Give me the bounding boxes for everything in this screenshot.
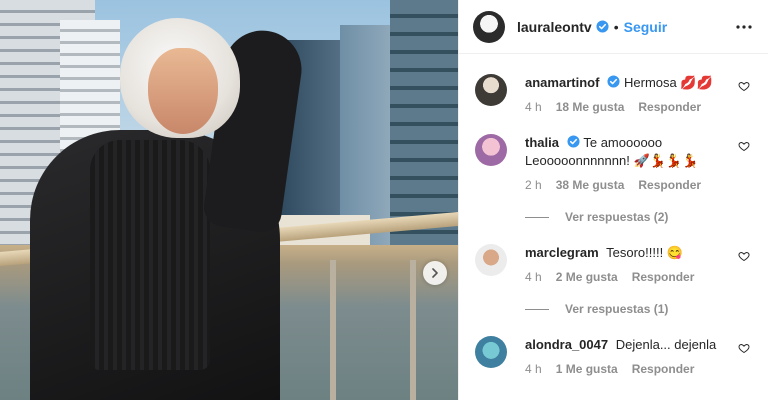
comment-likes[interactable]: 1 Me gusta bbox=[556, 362, 618, 376]
comment-emoji: 😋 bbox=[666, 245, 683, 260]
comment-emoji: 🚀💃💃💃 bbox=[633, 153, 699, 168]
avatar[interactable] bbox=[475, 134, 507, 166]
avatar[interactable] bbox=[475, 336, 507, 368]
background-building bbox=[340, 25, 390, 245]
comment-likes[interactable]: 18 Me gusta bbox=[556, 100, 625, 114]
comment-item: anamartinof Hermosa 💋💋 4 h 18 Me gusta R… bbox=[475, 54, 752, 114]
comment-text: Dejenla... dejenla bbox=[615, 337, 717, 352]
divider-line bbox=[525, 216, 549, 218]
post-header: lauraleontv • Seguir bbox=[459, 0, 768, 54]
comment-text: Hermosa bbox=[624, 75, 677, 90]
avatar[interactable] bbox=[475, 244, 507, 276]
more-options-icon bbox=[736, 24, 752, 29]
railing-post bbox=[330, 260, 336, 400]
reply-button[interactable]: Responder bbox=[632, 362, 695, 376]
next-photo-button[interactable] bbox=[423, 261, 447, 285]
comment-username[interactable]: thalia bbox=[525, 135, 559, 150]
heart-icon[interactable] bbox=[738, 80, 750, 92]
heart-icon[interactable] bbox=[738, 140, 750, 152]
comment-meta: 4 h 1 Me gusta Responder bbox=[525, 362, 724, 376]
comment-meta: 4 h 18 Me gusta Responder bbox=[525, 100, 724, 114]
chevron-right-icon bbox=[432, 268, 438, 278]
avatar[interactable] bbox=[473, 10, 505, 43]
heart-icon[interactable] bbox=[738, 342, 750, 354]
comment-text-row: anamartinof Hermosa 💋💋 bbox=[525, 74, 724, 92]
verified-badge-icon bbox=[596, 20, 609, 33]
view-replies-button[interactable]: Ver respuestas (1) bbox=[525, 302, 752, 316]
more-options-button[interactable] bbox=[734, 17, 754, 37]
post-photo[interactable] bbox=[0, 0, 458, 400]
railing-post bbox=[410, 260, 416, 400]
comment-time[interactable]: 2 h bbox=[525, 178, 542, 192]
view-replies-label: Ver respuestas (2) bbox=[565, 210, 669, 224]
comment-list: anamartinof Hermosa 💋💋 4 h 18 Me gusta R… bbox=[459, 54, 768, 376]
comment-item: thalia Te amoooooo Leooooonnnnnnn! 🚀💃💃💃 … bbox=[475, 114, 752, 192]
comment-username[interactable]: anamartinof bbox=[525, 75, 599, 90]
reply-button[interactable]: Responder bbox=[638, 178, 701, 192]
comment-item: alondra_0047 Dejenla... dejenla 4 h 1 Me… bbox=[475, 316, 752, 376]
view-replies-button[interactable]: Ver respuestas (2) bbox=[525, 210, 752, 224]
comment-item: marclegram Tesoro!!!!! 😋 4 h 2 Me gusta … bbox=[475, 224, 752, 284]
comment-text-row: marclegram Tesoro!!!!! 😋 bbox=[525, 244, 724, 262]
comment-meta: 4 h 2 Me gusta Responder bbox=[525, 270, 724, 284]
comments-panel: lauraleontv • Seguir anamartinof Hermosa… bbox=[458, 0, 768, 400]
comment-time[interactable]: 4 h bbox=[525, 362, 542, 376]
reply-button[interactable]: Responder bbox=[632, 270, 695, 284]
comment-meta: 2 h 38 Me gusta Responder bbox=[525, 178, 724, 192]
comment-username[interactable]: marclegram bbox=[525, 245, 599, 260]
comment-text-row: alondra_0047 Dejenla... dejenla bbox=[525, 336, 724, 354]
divider-line bbox=[525, 308, 549, 310]
comment-emoji: 💋💋 bbox=[680, 75, 713, 90]
person-scarf bbox=[90, 140, 210, 370]
comment-text-row: thalia Te amoooooo Leooooonnnnnnn! 🚀💃💃💃 bbox=[525, 134, 724, 170]
person-face bbox=[148, 48, 218, 134]
comment-time[interactable]: 4 h bbox=[525, 100, 542, 114]
heart-icon[interactable] bbox=[738, 250, 750, 262]
reply-button[interactable]: Responder bbox=[638, 100, 701, 114]
comment-text: Tesoro!!!!! bbox=[606, 245, 664, 260]
comment-time[interactable]: 4 h bbox=[525, 270, 542, 284]
comment-likes[interactable]: 2 Me gusta bbox=[556, 270, 618, 284]
separator-dot: • bbox=[613, 18, 619, 35]
avatar[interactable] bbox=[475, 74, 507, 106]
post-author-username[interactable]: lauraleontv bbox=[517, 19, 592, 35]
view-replies-label: Ver respuestas (1) bbox=[565, 302, 669, 316]
verified-badge-icon bbox=[567, 135, 580, 148]
comment-username[interactable]: alondra_0047 bbox=[525, 337, 608, 352]
comment-likes[interactable]: 38 Me gusta bbox=[556, 178, 625, 192]
verified-badge-icon bbox=[607, 75, 620, 88]
follow-button[interactable]: Seguir bbox=[624, 19, 668, 35]
